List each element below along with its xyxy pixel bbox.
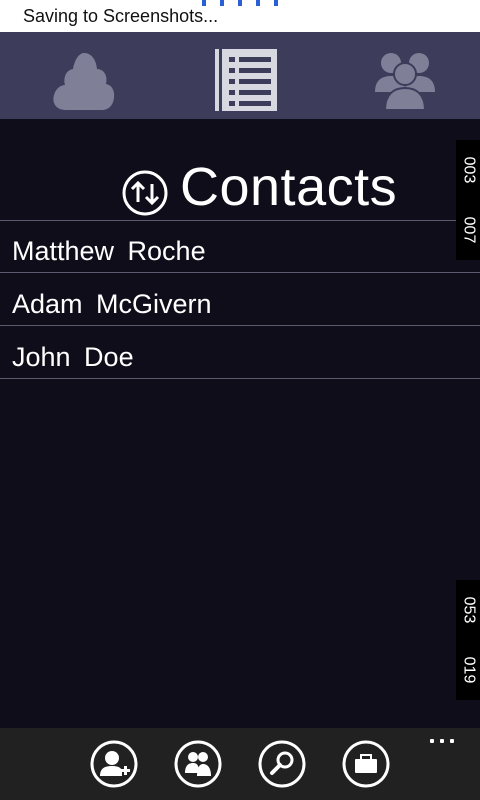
cloud-icon: [53, 53, 115, 110]
page-title: Contacts: [180, 157, 398, 217]
people-icon: [375, 53, 435, 110]
search-button[interactable]: [258, 740, 306, 788]
group-button[interactable]: [174, 740, 222, 788]
phone-screen: Saving to Screenshots... Contacts Matthe…: [0, 0, 480, 800]
add-contact-button[interactable]: [90, 740, 138, 788]
contact-row[interactable]: Adam McGivern: [0, 273, 480, 326]
contact-name: Matthew Roche: [12, 236, 206, 266]
page-header: Contacts: [0, 149, 480, 220]
side-tag-label: 019: [460, 656, 478, 684]
status-message: Saving to Screenshots...: [23, 6, 219, 26]
contact-row[interactable]: Matthew Roche: [0, 220, 480, 273]
contact-name: John Doe: [12, 342, 134, 372]
nav-cloud-button[interactable]: [24, 32, 144, 119]
contacts-page: Contacts Matthew Roche Adam McGivern Joh…: [0, 119, 480, 728]
more-dots-icon[interactable]: [430, 736, 460, 746]
side-tag-bottom: 053 019: [456, 580, 480, 700]
side-tag-top: 003 007: [456, 140, 480, 260]
nav-list-button[interactable]: [186, 32, 306, 119]
contact-row[interactable]: John Doe: [0, 326, 480, 379]
application-bar: [0, 728, 480, 800]
add-contact-icon: [90, 740, 138, 788]
list-icon: [215, 49, 277, 111]
search-icon: [258, 740, 306, 788]
nav-people-button[interactable]: [345, 32, 465, 119]
sort-arrows-icon[interactable]: [121, 169, 169, 217]
contact-name: Adam McGivern: [12, 289, 212, 319]
group-icon: [174, 740, 222, 788]
status-bar: Saving to Screenshots...: [0, 0, 480, 32]
row-divider: [0, 378, 480, 379]
side-tag-label: 053: [460, 596, 478, 624]
briefcase-icon: [342, 740, 390, 788]
briefcase-button[interactable]: [342, 740, 390, 788]
side-tag-label: 007: [460, 216, 478, 244]
top-navigation-bar: [0, 32, 480, 119]
contact-list: Matthew Roche Adam McGivern John Doe: [0, 220, 480, 379]
side-tag-label: 003: [460, 156, 478, 184]
